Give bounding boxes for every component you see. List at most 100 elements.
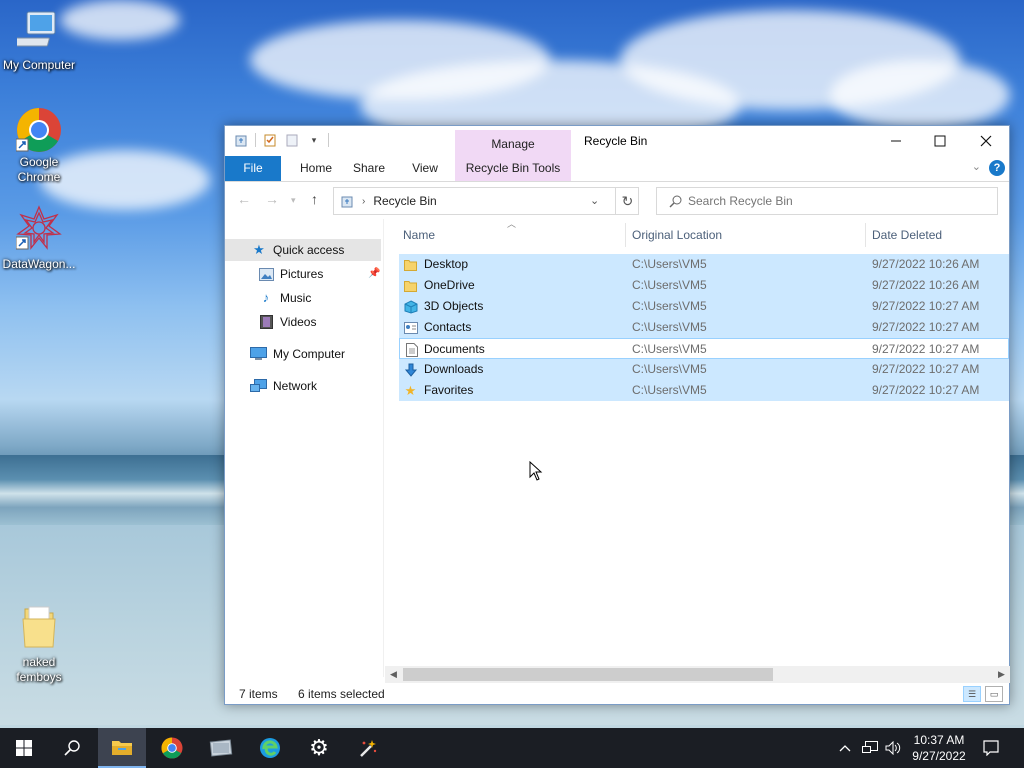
scroll-right-arrow-icon[interactable]: ▶ bbox=[993, 666, 1010, 683]
table-row[interactable]: Desktop C:\Users\VM5 9/27/2022 10:26 AM bbox=[399, 254, 1009, 275]
file-location: C:\Users\VM5 bbox=[632, 362, 707, 376]
file-date-deleted: 9/27/2022 10:26 AM bbox=[872, 278, 980, 292]
expand-ribbon-chevron-icon[interactable]: ⌄ bbox=[972, 160, 981, 173]
music-note-icon: ♪ bbox=[262, 290, 270, 305]
app-taskbar-button[interactable] bbox=[197, 728, 245, 768]
address-bar[interactable]: › Recycle Bin ⌄ bbox=[333, 187, 639, 215]
star-icon: ★ bbox=[253, 242, 265, 257]
up-arrow-icon[interactable]: ↑ bbox=[311, 191, 318, 207]
wand-app-taskbar-button[interactable] bbox=[344, 728, 392, 768]
explorer-window[interactable]: ▾ Manage Recycle Bin File Home Share Vie… bbox=[224, 125, 1010, 705]
file-name: Downloads bbox=[424, 362, 484, 376]
desktop-icon-google-chrome[interactable]: Google Chrome bbox=[1, 107, 77, 185]
cloud bbox=[830, 60, 1010, 130]
mouse-cursor-icon bbox=[529, 461, 543, 481]
file-location: C:\Users\VM5 bbox=[632, 299, 707, 313]
chrome-taskbar-button[interactable] bbox=[148, 728, 196, 768]
tab-file[interactable]: File bbox=[225, 156, 281, 181]
column-header-original-location[interactable]: Original Location bbox=[632, 219, 722, 249]
properties-icon[interactable] bbox=[262, 132, 278, 148]
details-view-icon[interactable]: ☰ bbox=[963, 686, 981, 702]
forward-arrow-icon[interactable]: → bbox=[265, 191, 279, 207]
notifications-icon[interactable] bbox=[983, 728, 999, 768]
desktop-icon-label: Google Chrome bbox=[17, 155, 61, 184]
address-dropdown-icon[interactable]: ⌄ bbox=[590, 194, 599, 207]
sidebar-item-my-computer[interactable]: My Computer bbox=[225, 343, 381, 365]
desktop-icon-datawagon[interactable]: DataWagon... bbox=[1, 205, 77, 272]
file-name: Documents bbox=[424, 342, 485, 356]
tab-manage[interactable]: Manage bbox=[455, 137, 571, 151]
customize-toolbar-dropdown-icon[interactable]: ▾ bbox=[306, 132, 322, 148]
scrollbar-thumb[interactable] bbox=[403, 668, 773, 681]
computer-icon bbox=[249, 346, 267, 362]
table-row[interactable]: Contacts C:\Users\VM5 9/27/2022 10:27 AM bbox=[399, 317, 1009, 338]
download-arrow-icon bbox=[403, 362, 418, 377]
clock-time: 10:37 AM bbox=[913, 733, 965, 747]
file-list: ︿ Name Original Location Date Deleted De… bbox=[399, 219, 1009, 674]
sidebar-item-quick-access[interactable]: ★ Quick access bbox=[225, 239, 381, 261]
navigation-bar: ← → ▾ ↑ › Recycle Bin ⌄ ↻ bbox=[225, 183, 1009, 219]
column-header-name[interactable]: Name bbox=[403, 219, 435, 249]
new-folder-icon[interactable] bbox=[284, 132, 300, 148]
network-tray-icon[interactable] bbox=[862, 728, 878, 768]
edge-taskbar-button[interactable] bbox=[246, 728, 294, 768]
maximize-button[interactable] bbox=[917, 126, 963, 156]
sidebar-item-videos[interactable]: Videos bbox=[225, 311, 381, 333]
breadcrumb-chevron-icon[interactable]: › bbox=[362, 196, 365, 207]
desktop-icon-folder[interactable]: naked femboys bbox=[1, 603, 77, 685]
sidebar-item-network[interactable]: Network bbox=[225, 375, 381, 397]
column-separator[interactable] bbox=[865, 223, 866, 247]
settings-taskbar-button[interactable]: ⚙ bbox=[295, 728, 343, 768]
back-arrow-icon[interactable]: ← bbox=[237, 191, 251, 207]
breadcrumb[interactable]: Recycle Bin bbox=[373, 194, 436, 208]
table-row[interactable]: 3D Objects C:\Users\VM5 9/27/2022 10:27 … bbox=[399, 296, 1009, 317]
minimize-button[interactable] bbox=[873, 126, 919, 156]
tab-recycle-bin-tools[interactable]: Recycle Bin Tools bbox=[455, 156, 571, 181]
photo-viewer-icon bbox=[209, 739, 233, 757]
file-date-deleted: 9/27/2022 10:27 AM bbox=[872, 342, 980, 356]
file-date-deleted: 9/27/2022 10:27 AM bbox=[872, 362, 980, 376]
tab-view[interactable]: View bbox=[403, 156, 447, 181]
column-header-date-deleted[interactable]: Date Deleted bbox=[872, 219, 942, 249]
file-name: Desktop bbox=[424, 257, 469, 271]
clock[interactable]: 10:37 AM 9/27/2022 bbox=[898, 732, 980, 764]
search-input[interactable] bbox=[688, 194, 988, 208]
table-row[interactable]: ★ Favorites C:\Users\VM5 9/27/2022 10:27… bbox=[399, 380, 1009, 401]
tab-home[interactable]: Home bbox=[291, 156, 341, 181]
file-date-deleted: 9/27/2022 10:27 AM bbox=[872, 383, 980, 397]
large-icons-view-icon[interactable]: ▭ bbox=[985, 686, 1003, 702]
desktop-icon-label: naked femboys bbox=[16, 655, 62, 684]
magic-wand-icon bbox=[360, 740, 377, 757]
file-explorer-taskbar-button[interactable] bbox=[98, 728, 146, 768]
table-row[interactable]: OneDrive C:\Users\VM5 9/27/2022 10:26 AM bbox=[399, 275, 1009, 296]
column-separator[interactable] bbox=[625, 223, 626, 247]
tab-share[interactable]: Share bbox=[347, 156, 391, 181]
recycle-bin-icon[interactable] bbox=[233, 132, 249, 148]
chrome-icon bbox=[15, 107, 62, 153]
start-button[interactable] bbox=[0, 728, 48, 768]
sidebar-item-pictures[interactable]: Pictures 📌 bbox=[225, 263, 381, 285]
pin-icon[interactable]: 📌 bbox=[368, 263, 380, 285]
close-button[interactable] bbox=[963, 126, 1009, 156]
file-name: 3D Objects bbox=[424, 299, 484, 313]
recent-locations-chevron-icon[interactable]: ▾ bbox=[291, 195, 296, 206]
title-bar[interactable]: ▾ Manage Recycle Bin bbox=[225, 126, 1009, 182]
table-row[interactable]: Downloads C:\Users\VM5 9/27/2022 10:27 A… bbox=[399, 359, 1009, 380]
search-box[interactable] bbox=[656, 187, 998, 215]
search-taskbar-button[interactable] bbox=[48, 728, 96, 768]
scroll-left-arrow-icon[interactable]: ◀ bbox=[385, 666, 402, 683]
show-hidden-icons-chevron-icon[interactable] bbox=[839, 728, 851, 768]
pane-divider[interactable] bbox=[383, 219, 384, 677]
item-count: 7 items bbox=[239, 687, 278, 701]
refresh-icon[interactable]: ↻ bbox=[615, 187, 639, 215]
help-icon[interactable]: ? bbox=[989, 160, 1005, 176]
folder-icon bbox=[1, 603, 77, 653]
file-explorer-icon bbox=[112, 741, 132, 755]
desktop-icon-label: My Computer bbox=[2, 58, 76, 72]
sidebar-item-music[interactable]: ♪ Music bbox=[225, 287, 381, 309]
cube-icon bbox=[403, 299, 418, 314]
table-row[interactable]: Documents C:\Users\VM5 9/27/2022 10:27 A… bbox=[399, 338, 1009, 359]
horizontal-scrollbar[interactable]: ◀ ▶ bbox=[385, 666, 1010, 683]
sidebar-item-label: Music bbox=[280, 291, 312, 305]
desktop-icon-my-computer[interactable]: My Computer bbox=[1, 10, 77, 73]
